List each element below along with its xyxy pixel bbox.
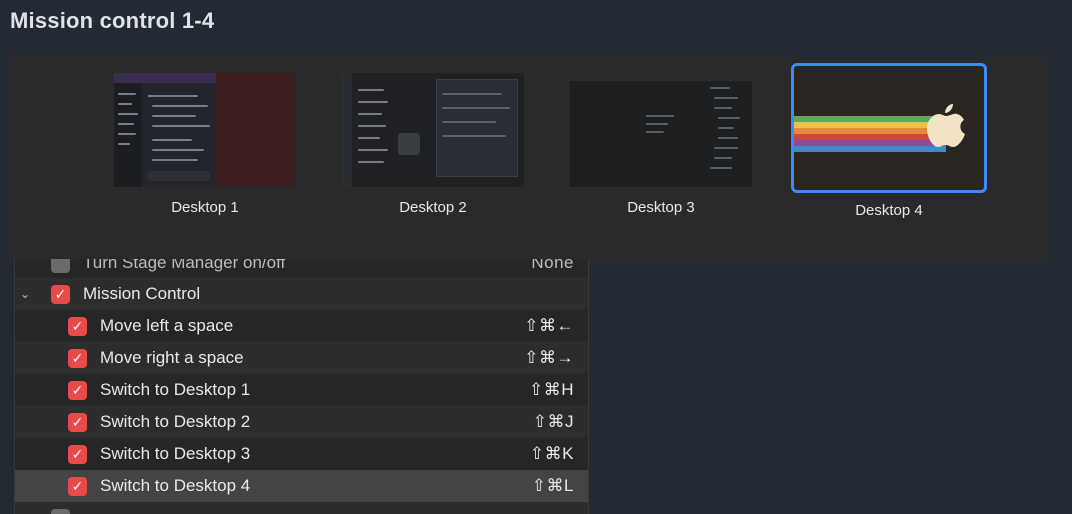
list-row-group-mission-control[interactable]: ⌄ ✓ Mission Control bbox=[15, 278, 588, 310]
row-label: Switch to Desktop 3 bbox=[100, 444, 251, 463]
desktop-3-thumbnail[interactable] bbox=[570, 73, 752, 187]
list-row[interactable]: ✓ Switch to Desktop 1 ⇧⌘H bbox=[15, 374, 588, 406]
chevron-down-icon[interactable]: ⌄ bbox=[20, 287, 30, 301]
list-row[interactable]: ✓ Switch to Desktop 3 ⇧⌘K bbox=[15, 438, 588, 470]
space-label: Desktop 3 bbox=[627, 199, 695, 216]
row-label: Move left a space bbox=[100, 316, 234, 335]
checkbox[interactable]: ✓ bbox=[68, 316, 87, 336]
checkbox[interactable] bbox=[51, 508, 70, 514]
row-label: Mission Control bbox=[83, 284, 201, 303]
checkbox[interactable]: ✓ bbox=[68, 380, 87, 400]
thumb-window bbox=[216, 73, 296, 187]
row-shortcut[interactable]: ⇧⌘J bbox=[533, 412, 574, 432]
space-desktop-4[interactable]: Desktop 4 bbox=[791, 63, 987, 219]
checkbox[interactable]: ✓ bbox=[68, 348, 87, 368]
apple-logo-icon bbox=[927, 104, 965, 147]
row-label: Switch to Desktop 2 bbox=[100, 412, 251, 431]
checkbox[interactable]: ✓ bbox=[68, 476, 87, 496]
row-shortcut[interactable]: ⇧⌘L bbox=[532, 476, 574, 496]
thumb-window bbox=[570, 73, 752, 187]
list-row[interactable]: ✓ Move right a space ⇧⌘→ bbox=[15, 342, 588, 374]
row-shortcut[interactable]: ⇧⌘H bbox=[529, 380, 574, 400]
checkbox[interactable]: ✓ bbox=[68, 444, 87, 464]
space-label: Desktop 2 bbox=[399, 199, 467, 216]
list-row-selected[interactable]: ✓ Switch to Desktop 4 ⇧⌘L bbox=[15, 470, 588, 502]
mission-control-spaces-bar: Desktop 1 Desktop 2 Desktop 3 Desktop 4 bbox=[10, 57, 1047, 259]
list-row[interactable]: ✓ Move left a space ⇧⌘← bbox=[15, 310, 588, 342]
row-label: Switch to Desktop 4 bbox=[100, 476, 251, 495]
space-desktop-1[interactable]: Desktop 1 bbox=[107, 73, 303, 216]
list-row-partial[interactable] bbox=[15, 502, 588, 514]
desktop-2-thumbnail[interactable] bbox=[342, 73, 524, 187]
space-desktop-3[interactable]: Desktop 3 bbox=[563, 73, 759, 216]
thumb-window bbox=[114, 73, 216, 187]
checkbox[interactable] bbox=[51, 259, 70, 273]
row-shortcut[interactable]: ⇧⌘→ bbox=[524, 348, 574, 368]
row-label: Move right a space bbox=[100, 348, 244, 367]
keyboard-shortcuts-list: Turn Stage Manager on/off None ⌄ ✓ Missi… bbox=[14, 259, 589, 514]
checkbox[interactable]: ✓ bbox=[51, 284, 70, 304]
space-label: Desktop 1 bbox=[171, 199, 239, 216]
desktop-4-thumbnail[interactable] bbox=[791, 63, 987, 193]
list-row[interactable]: ✓ Switch to Desktop 2 ⇧⌘J bbox=[15, 406, 588, 438]
row-label: Switch to Desktop 1 bbox=[100, 380, 251, 399]
row-shortcut[interactable]: None bbox=[531, 259, 574, 273]
rainbow-stripes bbox=[794, 116, 946, 152]
row-shortcut[interactable]: ⇧⌘← bbox=[524, 316, 574, 336]
list-row-stage-manager[interactable]: Turn Stage Manager on/off None bbox=[15, 259, 588, 279]
row-label: Turn Stage Manager on/off bbox=[83, 259, 286, 272]
desktop-1-thumbnail[interactable] bbox=[114, 73, 296, 187]
row-shortcut[interactable]: ⇧⌘K bbox=[530, 444, 574, 464]
space-label: Desktop 4 bbox=[855, 202, 923, 219]
thumb-window bbox=[342, 73, 524, 187]
checkbox[interactable]: ✓ bbox=[68, 412, 87, 432]
space-desktop-2[interactable]: Desktop 2 bbox=[335, 73, 531, 216]
page-title: Mission control 1-4 bbox=[10, 8, 215, 33]
